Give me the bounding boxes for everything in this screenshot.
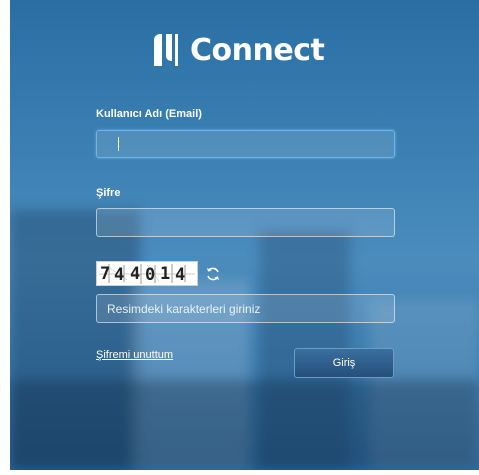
captcha-char: 4	[114, 265, 124, 285]
captcha-input[interactable]	[96, 294, 395, 323]
captcha-char: 0	[145, 265, 155, 285]
captcha-char: 1	[160, 264, 170, 284]
username-label: Kullanıcı Adı (Email)	[96, 108, 202, 120]
login-screen: Connect Kullanıcı Adı (Email) Şifre 7 4 …	[10, 0, 479, 470]
captcha-char: 7	[100, 264, 110, 284]
brand-name: Connect	[190, 32, 325, 68]
password-input[interactable]	[96, 208, 395, 237]
captcha-char: 4	[130, 264, 140, 284]
captcha-image: 7 4 4 0 1 4	[96, 261, 198, 286]
captcha-char: 4	[175, 265, 185, 285]
background-shape	[10, 380, 479, 470]
app-logo: Connect	[148, 30, 325, 70]
username-input[interactable]	[96, 130, 395, 158]
text-cursor	[118, 137, 119, 151]
refresh-icon[interactable]	[205, 266, 221, 282]
login-button[interactable]: Giriş	[294, 348, 394, 378]
password-label: Şifre	[96, 187, 121, 199]
n-logo-icon	[154, 34, 178, 66]
captcha-graphic: 7 4 4 0 1 4	[99, 264, 195, 285]
forgot-password-link[interactable]: Şifremi unuttum	[96, 349, 173, 361]
